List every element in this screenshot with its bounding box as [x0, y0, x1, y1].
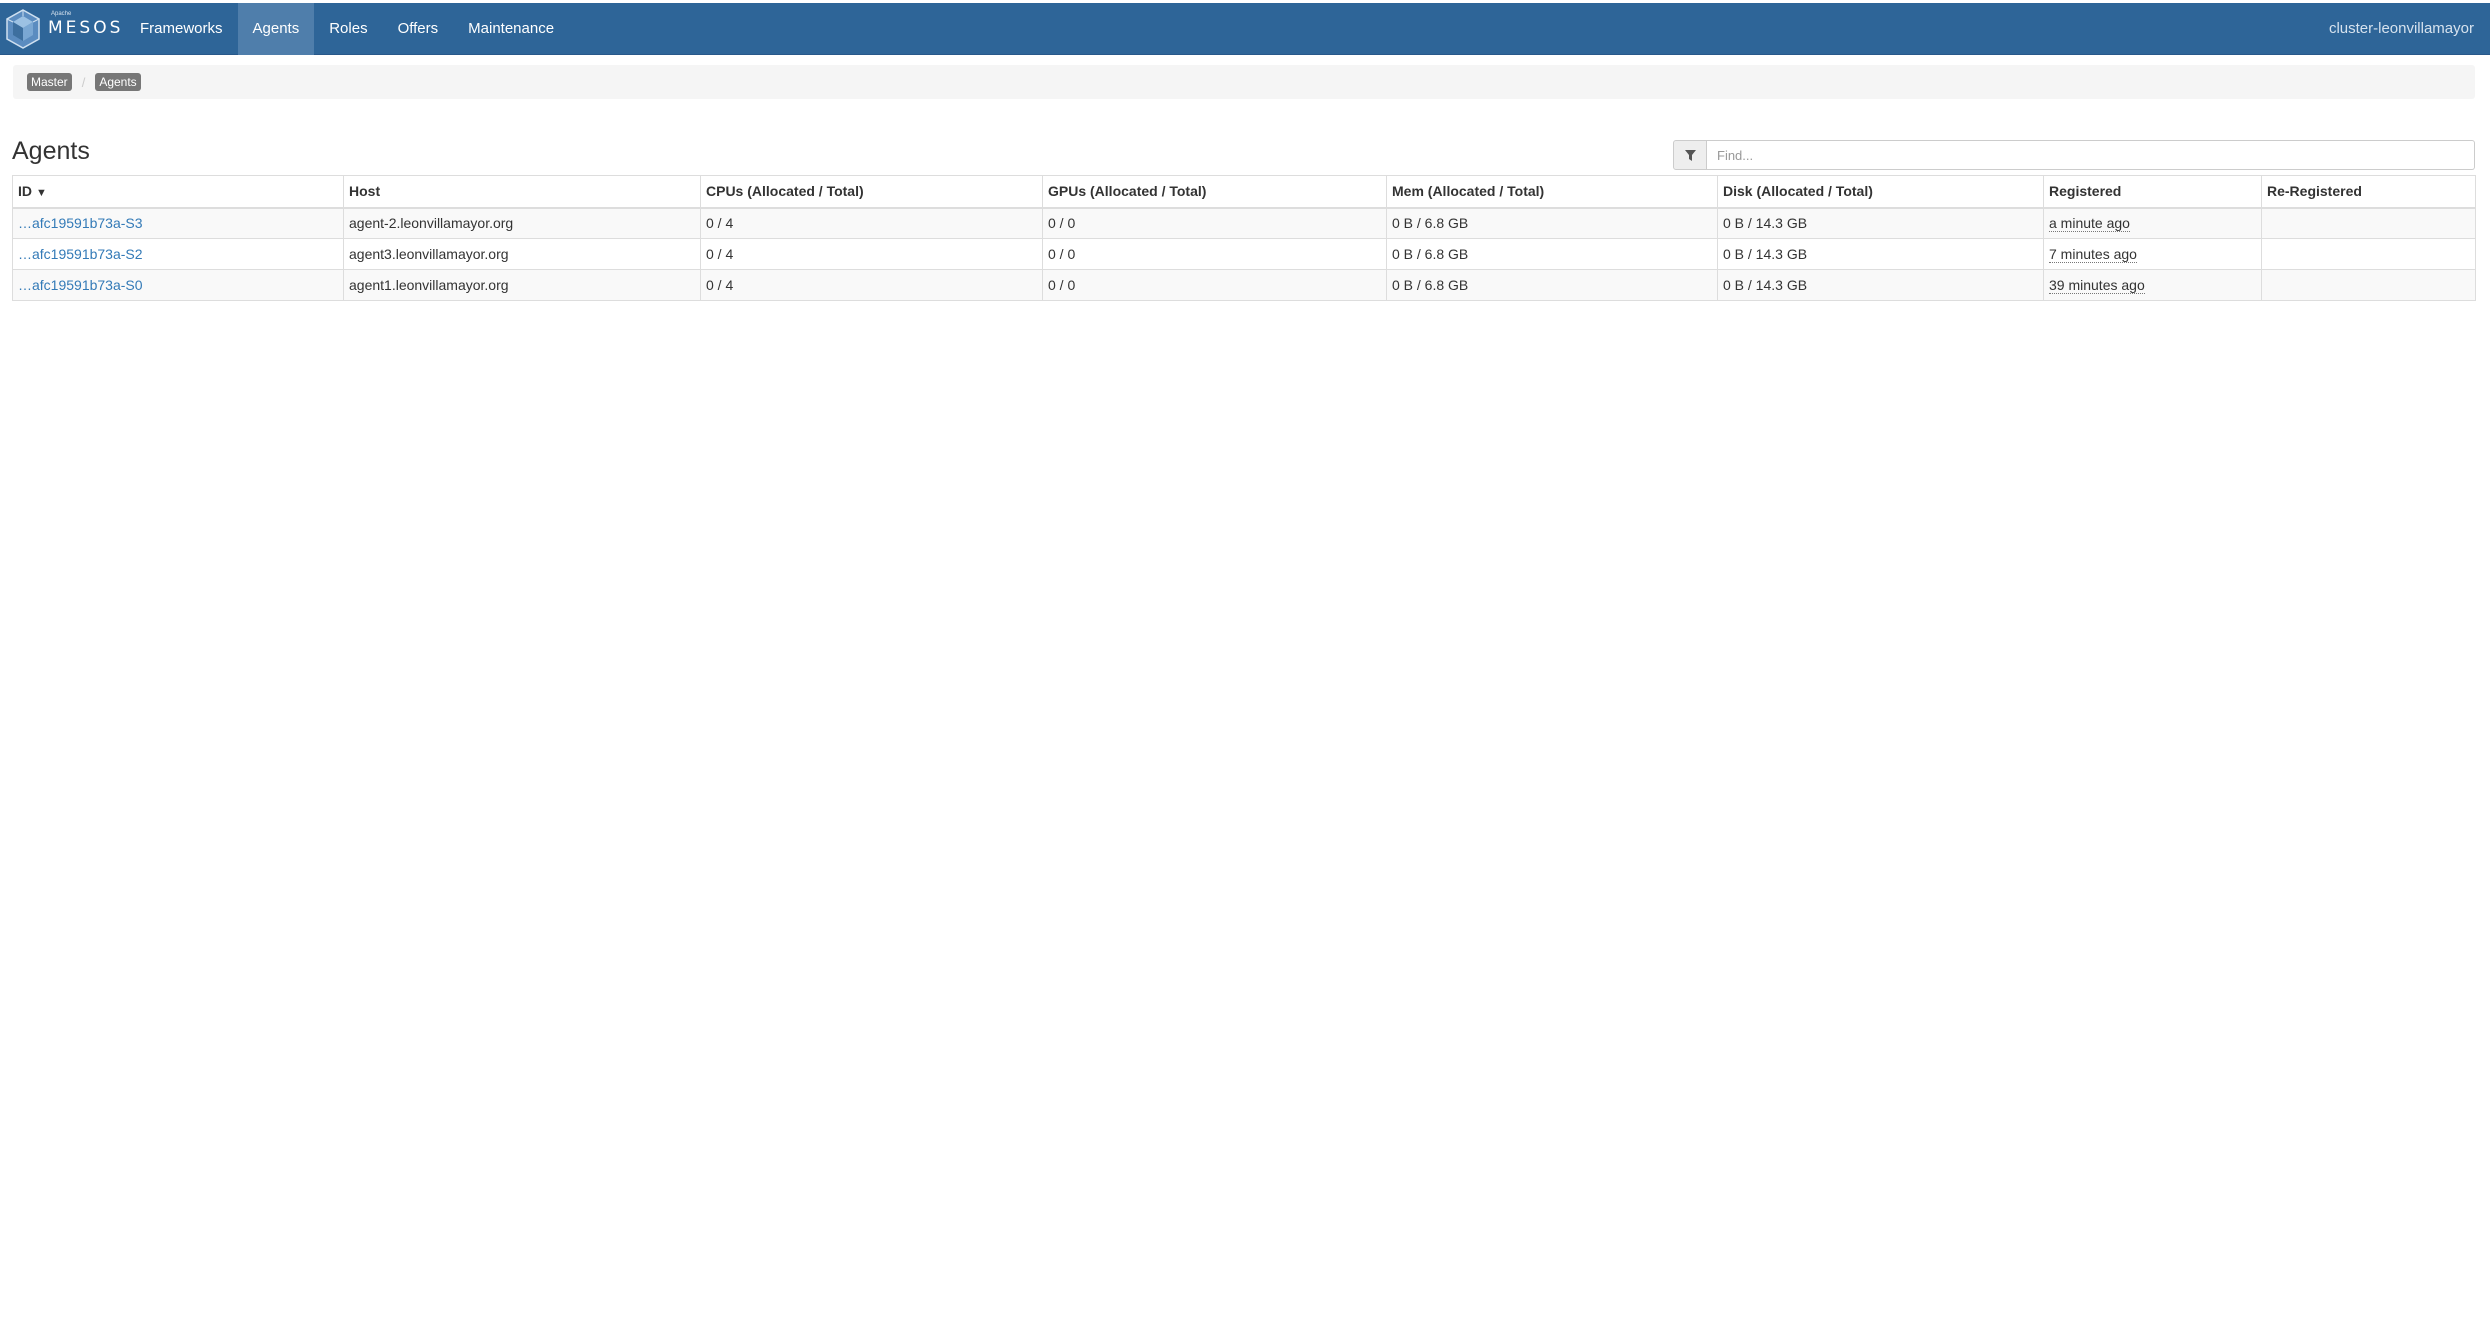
agent-id-link[interactable]: …afc19591b73a-S0	[18, 277, 143, 293]
nav-frameworks[interactable]: Frameworks	[125, 3, 238, 55]
registered-time[interactable]: a minute ago	[2049, 215, 2130, 233]
page-title: Agents	[12, 137, 90, 165]
cell-mem: 0 B / 6.8 GB	[1386, 269, 1718, 301]
cell-mem: 0 B / 6.8 GB	[1386, 238, 1718, 270]
registered-time[interactable]: 39 minutes ago	[2049, 277, 2145, 294]
cell-reregistered	[2261, 269, 2476, 301]
cell-reregistered	[2261, 238, 2476, 270]
cell-gpus: 0 / 0	[1042, 238, 1387, 270]
mesos-hexagon-icon	[6, 9, 40, 49]
cell-disk: 0 B / 14.3 GB	[1717, 269, 2044, 301]
nav-roles[interactable]: Roles	[314, 3, 382, 55]
cell-disk: 0 B / 14.3 GB	[1717, 238, 2044, 270]
cell-id: …afc19591b73a-S2	[12, 238, 344, 270]
search-input[interactable]	[1707, 140, 2475, 170]
cell-mem: 0 B / 6.8 GB	[1386, 207, 1718, 239]
nav-maintenance[interactable]: Maintenance	[453, 3, 569, 55]
cell-reregistered	[2261, 207, 2476, 239]
cell-registered: 7 minutes ago	[2043, 238, 2262, 270]
col-header-reregistered[interactable]: Re-Registered	[2261, 175, 2476, 209]
col-header-registered[interactable]: Registered	[2043, 175, 2262, 209]
table-row: …afc19591b73a-S0 agent1.leonvillamayor.o…	[12, 269, 2476, 301]
col-header-gpus[interactable]: GPUs (Allocated / Total)	[1042, 175, 1387, 209]
nav-links: Frameworks Agents Roles Offers Maintenan…	[125, 3, 569, 55]
breadcrumb-agents[interactable]: Agents	[95, 73, 141, 91]
sort-desc-icon: ▼	[36, 187, 47, 200]
cell-disk: 0 B / 14.3 GB	[1717, 207, 2044, 239]
filter-button[interactable]	[1673, 140, 1707, 170]
table-row: …afc19591b73a-S2 agent3.leonvillamayor.o…	[12, 238, 2476, 270]
cell-registered: 39 minutes ago	[2043, 269, 2262, 301]
col-header-mem[interactable]: Mem (Allocated / Total)	[1386, 175, 1718, 209]
cell-cpus: 0 / 4	[700, 238, 1043, 270]
cell-host: agent1.leonvillamayor.org	[343, 269, 701, 301]
cluster-name: cluster-leonvillamayor	[2328, 20, 2474, 37]
cell-gpus: 0 / 0	[1042, 269, 1387, 301]
registered-time[interactable]: 7 minutes ago	[2049, 246, 2137, 263]
cell-cpus: 0 / 4	[700, 207, 1043, 239]
col-header-id[interactable]: ID ▼	[12, 175, 344, 209]
cell-cpus: 0 / 4	[700, 269, 1043, 301]
breadcrumb: Master / Agents	[13, 65, 2475, 99]
cell-host: agent-2.leonvillamayor.org	[343, 207, 701, 239]
agent-id-link[interactable]: …afc19591b73a-S2	[18, 246, 143, 262]
cell-gpus: 0 / 0	[1042, 207, 1387, 239]
brand-name: MESOS	[48, 18, 124, 38]
cell-id: …afc19591b73a-S3	[12, 207, 344, 239]
filter-icon	[1684, 149, 1696, 161]
breadcrumb-master[interactable]: Master	[27, 73, 72, 91]
table-row: …afc19591b73a-S3 agent-2.leonvillamayor.…	[12, 207, 2476, 239]
nav-agents[interactable]: Agents	[237, 3, 315, 55]
cell-registered: a minute ago	[2043, 207, 2262, 239]
breadcrumb-separator: /	[81, 74, 86, 90]
brand-apache-label: Apache	[51, 11, 72, 17]
top-navbar: Apache MESOS Frameworks Agents Roles Off…	[0, 3, 2490, 55]
agent-id-link[interactable]: …afc19591b73a-S3	[18, 215, 143, 231]
cell-id: …afc19591b73a-S0	[12, 269, 344, 301]
nav-offers[interactable]: Offers	[383, 3, 454, 55]
col-header-host[interactable]: Host	[343, 175, 701, 209]
table-header-row: ID ▼ Host CPUs (Allocated / Total) GPUs (…	[12, 175, 2476, 209]
col-header-cpus[interactable]: CPUs (Allocated / Total)	[700, 175, 1043, 209]
col-header-disk[interactable]: Disk (Allocated / Total)	[1717, 175, 2044, 209]
cell-host: agent3.leonvillamayor.org	[343, 238, 701, 270]
agents-table: ID ▼ Host CPUs (Allocated / Total) GPUs (…	[12, 175, 2476, 301]
search-group	[1673, 140, 2475, 170]
mesos-logo[interactable]: Apache MESOS	[4, 7, 120, 51]
